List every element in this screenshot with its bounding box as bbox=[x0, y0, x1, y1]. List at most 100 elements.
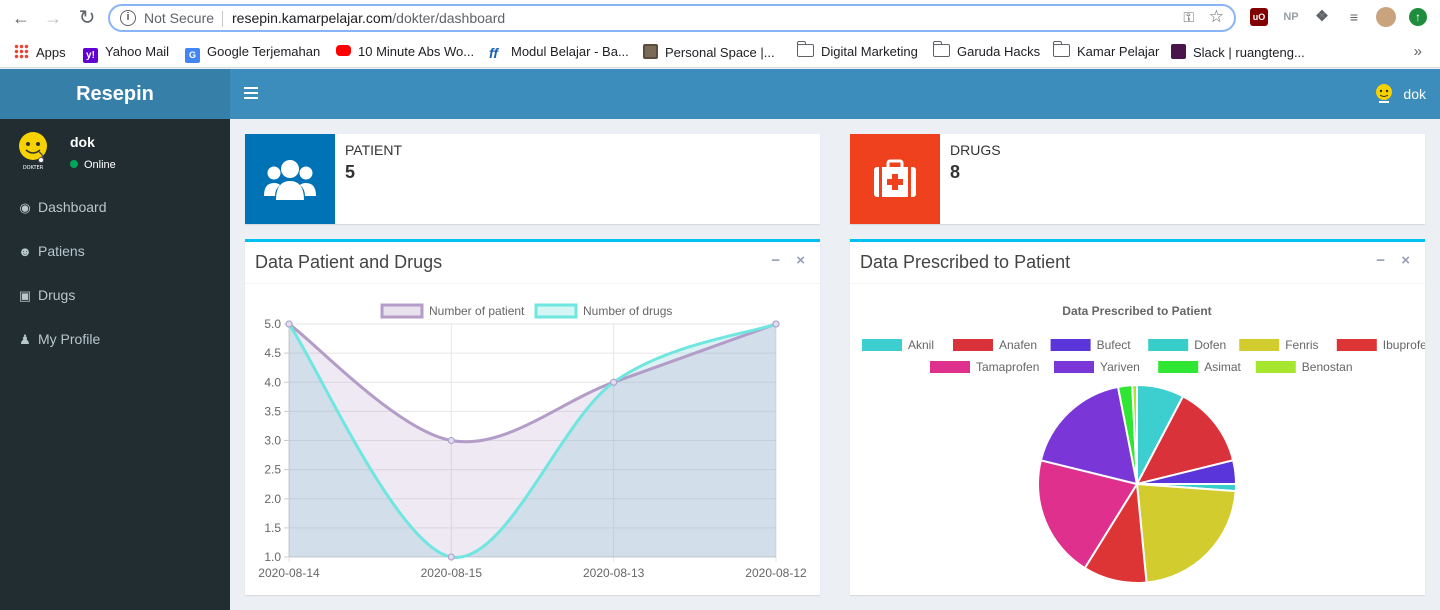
forward-arrow-icon[interactable]: → bbox=[42, 7, 64, 29]
user-icon: ♟ bbox=[19, 332, 31, 347]
y-tick-label: 3.5 bbox=[264, 404, 281, 418]
url-text[interactable]: resepin.kamarpelajar.com/dokter/dashboar… bbox=[232, 10, 505, 26]
y-tick-label: 5.0 bbox=[264, 317, 281, 331]
users-icon: ☻ bbox=[18, 244, 32, 259]
bookmark-apps[interactable]: Apps bbox=[14, 44, 66, 60]
bookmark-label: Personal Space |... bbox=[665, 45, 775, 60]
collapse-icon[interactable]: − bbox=[1376, 252, 1385, 269]
bookmark-label: 10 Minute Abs Wo... bbox=[358, 44, 475, 59]
patient-count: 5 bbox=[345, 162, 356, 182]
bookmark-yahoo[interactable]: y! Yahoo Mail bbox=[83, 44, 170, 63]
app-logo[interactable]: Resepin bbox=[0, 69, 230, 119]
legend-swatch bbox=[1255, 361, 1296, 373]
drugs-info-box: DRUGS 8 bbox=[850, 134, 1425, 224]
legend-label: Benostan bbox=[1302, 360, 1353, 374]
profile-avatar-icon[interactable] bbox=[1376, 7, 1396, 27]
drugs-icon-bg bbox=[850, 134, 940, 224]
legend-swatch bbox=[380, 303, 424, 319]
y-tick-label: 4.0 bbox=[264, 375, 281, 389]
bookmark-digital-marketing[interactable]: Digital Marketing bbox=[796, 41, 918, 60]
panel-header: Data Prescribed to Patient − × bbox=[850, 242, 1425, 284]
doctor-avatar-icon bbox=[1376, 84, 1393, 103]
legend-label: Number of patient bbox=[429, 304, 525, 318]
legend-swatch bbox=[1148, 339, 1189, 351]
np-extension-icon[interactable]: NP bbox=[1280, 8, 1302, 26]
close-icon[interactable]: × bbox=[796, 252, 805, 269]
data-point bbox=[447, 437, 455, 444]
address-bar[interactable]: i Not Secure resepin.kamarpelajar.com/do… bbox=[108, 4, 1236, 32]
browser-toolbar: ← → ↻ i Not Secure resepin.kamarpelajar.… bbox=[0, 0, 1440, 36]
legend-swatch bbox=[1054, 361, 1094, 373]
y-tick-label: 3.0 bbox=[264, 434, 281, 448]
user-menu[interactable]: dok bbox=[1373, 81, 1426, 107]
data-point bbox=[447, 553, 455, 561]
bookmark-modul[interactable]: ff Modul Belajar - Ba... bbox=[489, 44, 629, 61]
bookmark-youtube[interactable]: 10 Minute Abs Wo... bbox=[336, 44, 474, 60]
bookmark-google-translate[interactable]: G Google Terjemahan bbox=[185, 44, 321, 63]
collapse-icon[interactable]: − bbox=[771, 252, 780, 269]
online-dot-icon bbox=[70, 160, 78, 168]
y-tick-label: 1.0 bbox=[264, 550, 281, 564]
y-tick-label: 2.5 bbox=[264, 463, 281, 477]
legend-swatch bbox=[953, 339, 993, 351]
x-tick-label: 2020-08-12 bbox=[745, 566, 807, 580]
legend-swatch bbox=[1239, 339, 1280, 351]
legend-swatch bbox=[1336, 339, 1377, 351]
bookmark-slack[interactable]: Slack | ruangteng... bbox=[1171, 44, 1305, 60]
puzzle-extensions-icon[interactable]: ❖ bbox=[1313, 8, 1331, 26]
bookmark-label: Slack | ruangteng... bbox=[1193, 45, 1305, 60]
bookmarks-more-icon[interactable]: » bbox=[1414, 43, 1422, 60]
legend-swatch bbox=[534, 303, 578, 319]
sidebar-item-dashboard[interactable]: ◉ Dashboard bbox=[0, 185, 230, 229]
bookmark-personal-space[interactable]: Personal Space |... bbox=[643, 44, 775, 60]
bookmark-label: Google Terjemahan bbox=[207, 44, 321, 59]
update-arrow-icon[interactable]: ↑ bbox=[1409, 8, 1427, 26]
legend-label: Tamaprofen bbox=[976, 360, 1039, 374]
pie-slice bbox=[1135, 482, 1237, 584]
sidebar-toggle-icon[interactable] bbox=[244, 87, 258, 99]
user-panel: DOKTER dok Online bbox=[0, 119, 230, 185]
info-icon[interactable]: i bbox=[120, 10, 136, 26]
data-point bbox=[610, 378, 618, 386]
legend-label: Dofen bbox=[1194, 338, 1226, 352]
sidebar-item-label: Patiens bbox=[38, 243, 85, 259]
y-tick-label: 1.5 bbox=[264, 521, 281, 535]
bookmark-star-icon[interactable]: ☆ bbox=[1209, 7, 1224, 27]
back-arrow-icon[interactable]: ← bbox=[10, 7, 32, 29]
bookmark-label: Yahoo Mail bbox=[105, 44, 170, 59]
legend-swatch bbox=[862, 339, 902, 351]
pie-chart: Data Prescribed to Patient Aknil Anafen Buf… bbox=[862, 304, 1425, 584]
sidebar-item-patiens[interactable]: ☻ Patiens bbox=[0, 229, 230, 273]
bookmark-kamar-pelajar[interactable]: Kamar Pelajar bbox=[1052, 41, 1159, 60]
close-icon[interactable]: × bbox=[1401, 252, 1410, 269]
y-tick-label: 2.0 bbox=[264, 492, 281, 506]
google-translate-icon: G bbox=[185, 48, 200, 63]
slack-icon bbox=[1171, 44, 1186, 59]
personal-space-icon bbox=[643, 44, 658, 59]
sidebar-item-drugs[interactable]: ▣ Drugs bbox=[0, 273, 230, 317]
sidebar-item-my-profile[interactable]: ♟ My Profile bbox=[0, 317, 230, 361]
bookmark-garuda-hacks[interactable]: Garuda Hacks bbox=[932, 41, 1040, 60]
legend-label: Ibuprofen bbox=[1383, 338, 1425, 352]
url-host: resepin.kamarpelajar.com bbox=[232, 10, 393, 26]
legend-swatch bbox=[930, 361, 970, 373]
legend-label: Number of drugs bbox=[583, 304, 672, 318]
x-tick-label: 2020-08-14 bbox=[258, 566, 320, 580]
medkit-icon bbox=[874, 159, 916, 197]
key-icon[interactable]: ⚿ bbox=[1183, 9, 1194, 26]
line-chart: Number of patient Number of drugs 1.0 1.5 2.… bbox=[258, 303, 807, 580]
media-queue-icon[interactable]: ≡ bbox=[1345, 8, 1363, 26]
legend-label: Fenris bbox=[1285, 338, 1318, 352]
series-area bbox=[289, 324, 776, 557]
reload-icon[interactable]: ↻ bbox=[76, 7, 98, 29]
patient-icon-bg bbox=[245, 134, 335, 224]
yahoo-icon: y! bbox=[83, 48, 98, 63]
panel-header: Data Patient and Drugs − × bbox=[245, 242, 820, 284]
doctor-avatar-icon: DOKTER bbox=[19, 132, 47, 170]
legend-label: Bufect bbox=[1097, 338, 1132, 352]
panel-title: Data Prescribed to Patient bbox=[860, 252, 1071, 272]
ublock-extension-icon[interactable]: uO bbox=[1250, 8, 1268, 26]
main-content: PATIENT 5 DRUGS 8 Data Patient and Drugs… bbox=[230, 119, 1440, 610]
folder-icon bbox=[932, 41, 950, 57]
sidebar-item-label: Dashboard bbox=[38, 199, 107, 215]
